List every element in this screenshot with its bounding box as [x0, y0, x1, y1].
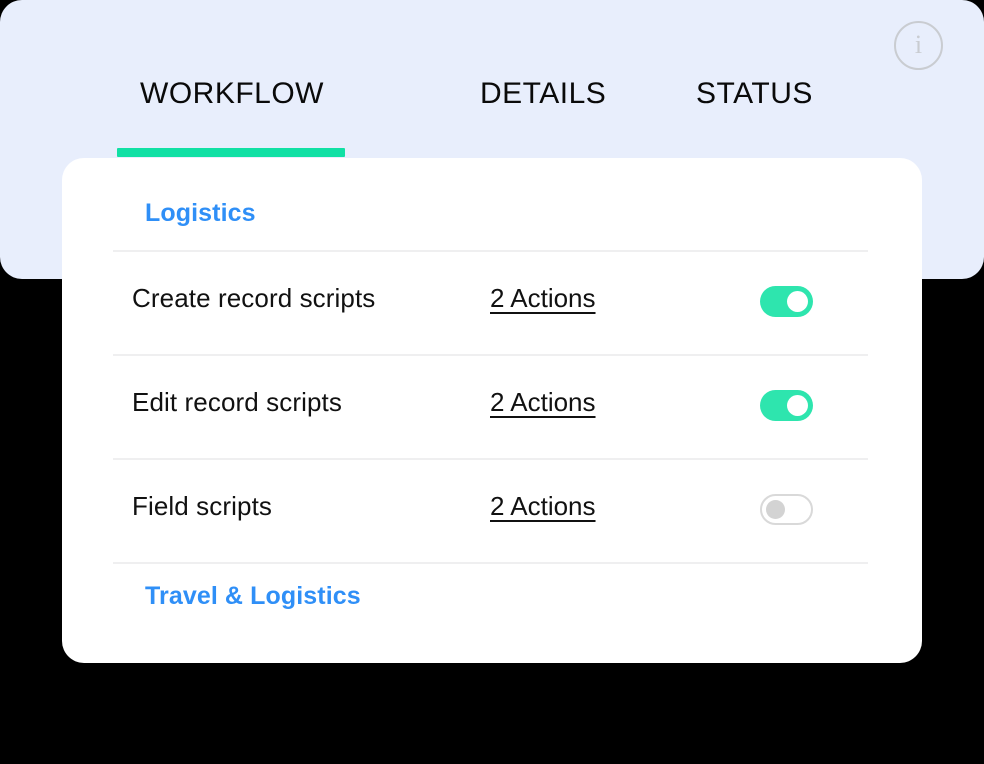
- tab-status[interactable]: STATUS: [696, 72, 813, 124]
- toggle-knob: [787, 291, 808, 312]
- workflow-card: Logistics Create record scripts 2 Action…: [62, 158, 922, 663]
- row-toggle[interactable]: [760, 494, 813, 525]
- table-row: Edit record scripts 2 Actions: [113, 354, 868, 458]
- group-header-travel-logistics[interactable]: Travel & Logistics: [145, 582, 361, 611]
- card-content: Logistics Create record scripts 2 Action…: [113, 158, 868, 663]
- toggle-knob: [766, 500, 785, 519]
- tab-details[interactable]: DETAILS: [480, 72, 606, 124]
- row-toggle[interactable]: [760, 390, 813, 421]
- row-label: Edit record scripts: [132, 387, 342, 417]
- row-actions-link[interactable]: 2 Actions: [490, 387, 596, 418]
- table-row: Create record scripts 2 Actions: [113, 250, 868, 354]
- row-toggle[interactable]: [760, 286, 813, 317]
- info-icon-button[interactable]: i: [894, 21, 943, 70]
- row-actions-link[interactable]: 2 Actions: [490, 283, 596, 314]
- group-header-logistics[interactable]: Logistics: [145, 199, 256, 228]
- info-icon: i: [914, 29, 923, 59]
- table-row: Field scripts 2 Actions: [113, 458, 868, 562]
- toggle-knob: [787, 395, 808, 416]
- row-label: Create record scripts: [132, 283, 376, 313]
- row-label: Field scripts: [132, 491, 272, 521]
- active-tab-indicator: [117, 148, 345, 157]
- app-root: i WORKFLOW DETAILS STATUS Logistics Crea…: [0, 0, 984, 764]
- tab-workflow[interactable]: WORKFLOW: [140, 72, 324, 124]
- row-divider: [113, 562, 868, 564]
- row-actions-link[interactable]: 2 Actions: [490, 491, 596, 522]
